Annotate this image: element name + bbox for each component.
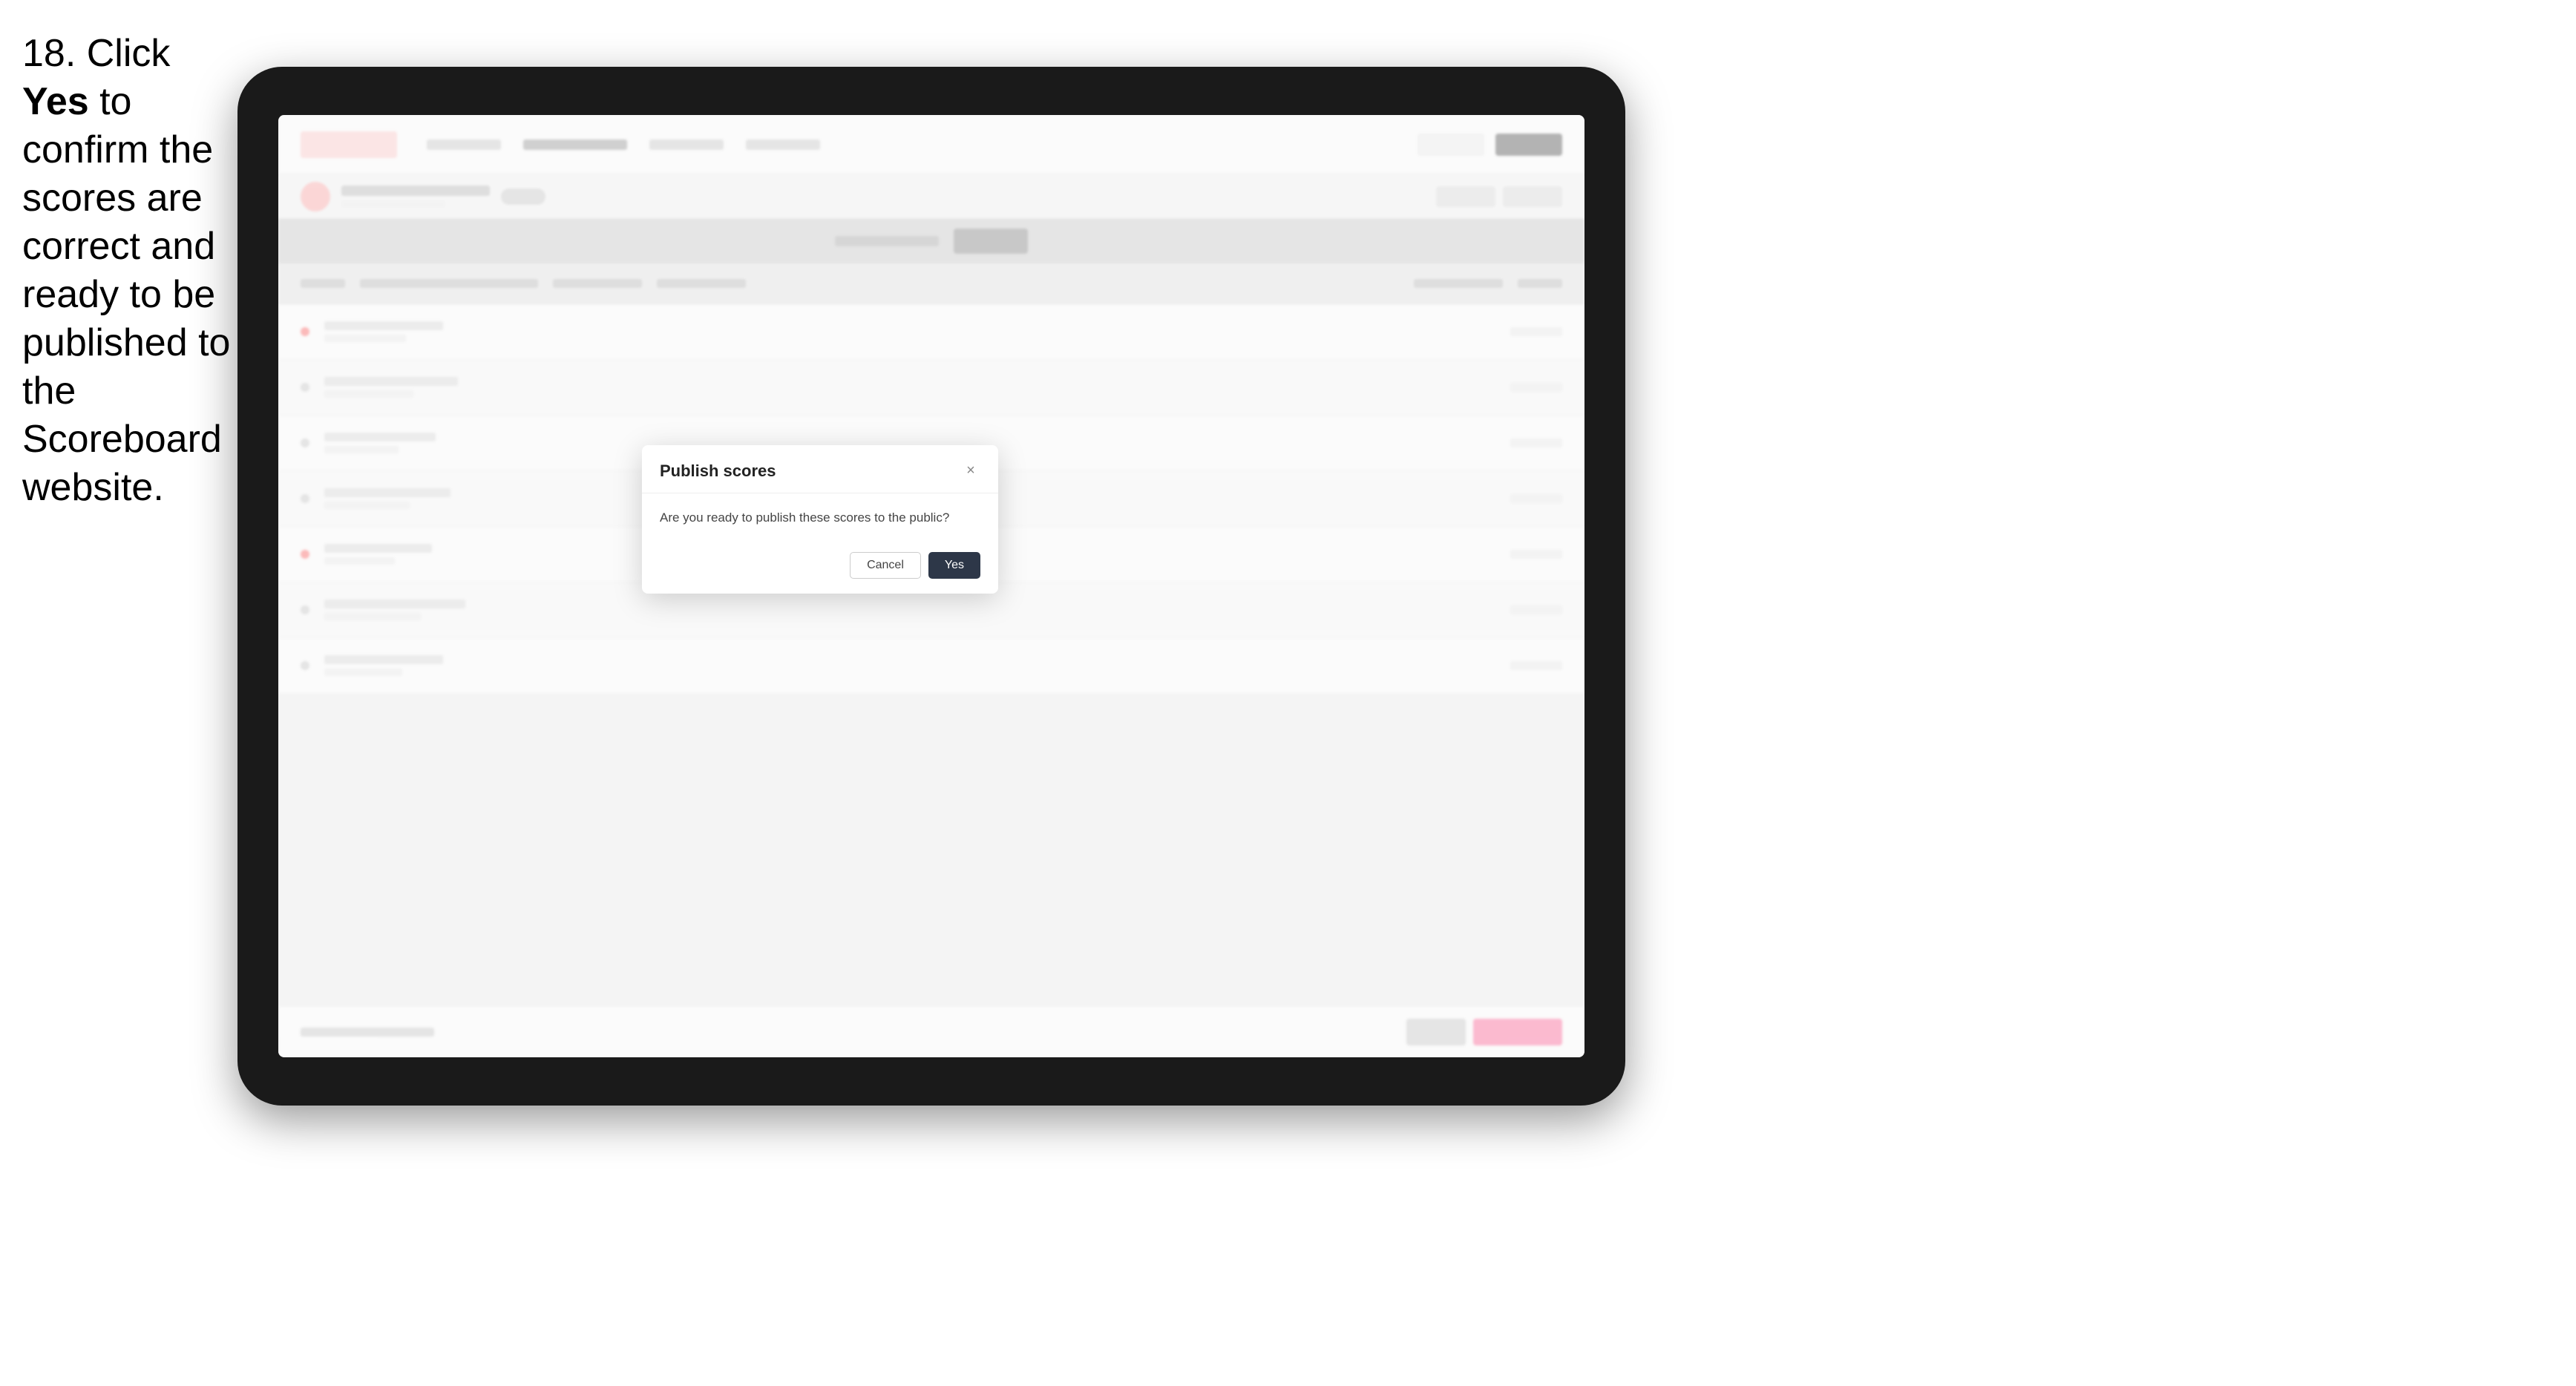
modal-header: Publish scores × (642, 445, 998, 493)
publish-scores-dialog: Publish scores × Are you ready to publis… (642, 445, 998, 594)
tablet-device: Publish scores × Are you ready to publis… (237, 67, 1625, 1106)
modal-close-button[interactable]: × (961, 462, 980, 481)
modal-message: Are you ready to publish these scores to… (660, 508, 980, 528)
cancel-button[interactable]: Cancel (850, 552, 921, 579)
instruction-text-part2: to confirm the scores are correct and re… (22, 80, 230, 509)
yes-bold: Yes (22, 80, 89, 123)
instruction-text-part1: Click (76, 32, 170, 75)
instruction-text: 18. Click Yes to confirm the scores are … (22, 30, 237, 512)
yes-button[interactable]: Yes (928, 552, 980, 579)
modal-footer: Cancel Yes (642, 545, 998, 594)
modal-title: Publish scores (660, 462, 776, 481)
tablet-screen: Publish scores × Are you ready to publis… (278, 115, 1584, 1057)
modal-overlay: Publish scores × Are you ready to publis… (278, 115, 1584, 1057)
modal-body: Are you ready to publish these scores to… (642, 493, 998, 545)
step-number: 18. (22, 32, 76, 75)
